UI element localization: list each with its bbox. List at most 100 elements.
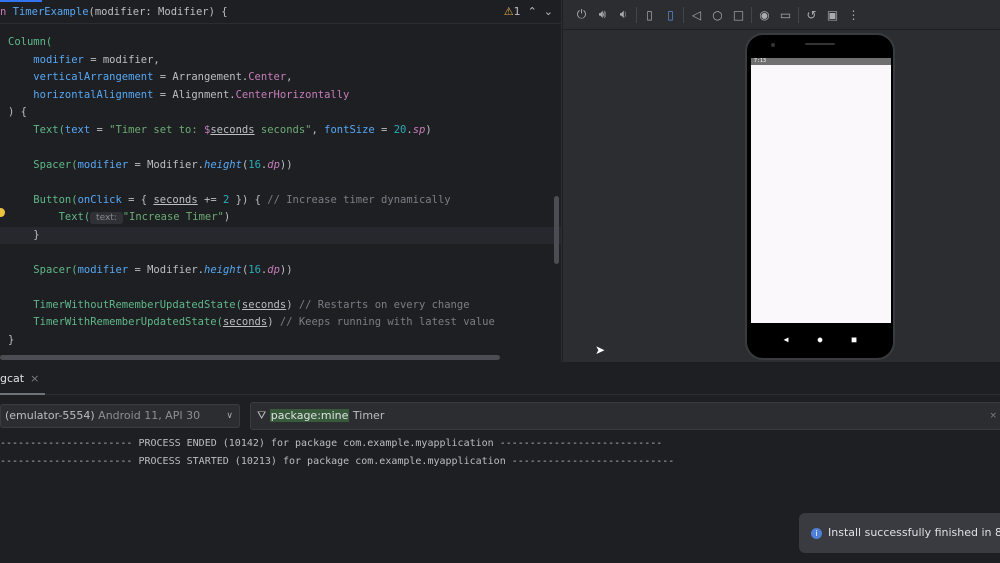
code-line[interactable]: Column(: [0, 34, 561, 52]
code-line[interactable]: }: [0, 226, 561, 244]
code-token: (modifier: Modifier) {: [88, 6, 228, 18]
power-icon[interactable]: ⏻: [571, 5, 592, 25]
code-token: = modifier,: [83, 53, 160, 66]
code-token: // Restarts on every change: [298, 298, 470, 311]
device-selector[interactable]: (emulator-5554) Android 11, API 30 ∨: [0, 404, 240, 428]
code-line[interactable]: verticalArrangement = Arrangement.Center…: [0, 69, 561, 87]
code-line[interactable]: [0, 279, 561, 297]
next-highlight-icon[interactable]: ⌄: [544, 5, 553, 18]
tab-logcat[interactable]: gcat ×: [0, 363, 45, 395]
inspection-widget[interactable]: ⚠1 ⌃ ⌄: [504, 0, 553, 24]
code-token: }) {: [229, 193, 268, 206]
overview-icon[interactable]: □: [728, 5, 749, 25]
chevron-down-icon: ∨: [226, 411, 233, 421]
code-token: ): [286, 298, 299, 311]
code-token: ,: [311, 123, 325, 136]
code-editor[interactable]: n TimerExample(modifier: Modifier) { ⚠1 …: [0, 0, 562, 362]
code-token: )): [279, 158, 293, 171]
code-token: Spacer(: [33, 263, 78, 276]
home-icon[interactable]: ○: [707, 5, 728, 25]
code-line[interactable]: TimerWithoutRememberUpdatedState(seconds…: [0, 297, 561, 315]
navigation-bar: ◀ ● ■: [747, 335, 893, 344]
code-line[interactable]: [0, 174, 561, 192]
code-token: 16: [248, 158, 261, 171]
device-screen[interactable]: 7:13: [751, 58, 891, 323]
rotate-left-icon[interactable]: ▯: [639, 5, 660, 25]
code-token: horizontalAlignment: [33, 88, 154, 101]
snapshot-icon[interactable]: ↺: [801, 5, 822, 25]
code-line[interactable]: Text( text: "Increase Timer"): [0, 209, 561, 227]
horizontal-scrollbar[interactable]: [0, 355, 500, 360]
prev-highlight-icon[interactable]: ⌃: [528, 5, 537, 18]
code-token: Button(: [33, 193, 78, 206]
more-options-icon[interactable]: ⋮: [843, 5, 864, 25]
emulator-toolbar: ⏻ 🔊︎ 🔉︎ ▯ ▯ ◁ ○ □ ◉ ▭ ↺ ▣ ⋮: [563, 0, 1000, 30]
device-detail: Android 11, API 30: [98, 409, 201, 422]
nav-back-icon[interactable]: ◀: [784, 335, 789, 344]
video-record-icon[interactable]: ▭: [775, 5, 796, 25]
speaker: [805, 43, 835, 45]
code-token: ): [425, 123, 432, 136]
code-token: = Modifier.: [128, 158, 204, 171]
code-token: "Timer set to:: [109, 123, 204, 136]
code-token: verticalArrangement: [33, 71, 154, 83]
warning-icon: ⚠: [503, 5, 514, 18]
code-token: TimerWithRememberUpdatedState(: [33, 316, 223, 328]
code-token: seconds: [153, 193, 198, 206]
code-token: seconds: [210, 123, 255, 136]
code-line[interactable]: Text(text = "Timer set to: $seconds seco…: [0, 122, 561, 140]
front-camera: [771, 43, 775, 47]
volume-down-icon[interactable]: 🔉︎: [613, 5, 634, 25]
code-token: dp: [267, 263, 280, 276]
device-frame: 7:13 ◀ ● ■: [745, 33, 895, 360]
logcat-filter-input[interactable]: ⛛ package:mine Timer ×: [250, 402, 1000, 430]
code-token: 16: [248, 263, 261, 276]
clear-filter-icon[interactable]: ×: [989, 403, 997, 429]
camera-icon[interactable]: ◉: [754, 5, 775, 25]
display-mode-icon[interactable]: ▣: [822, 5, 843, 25]
code-line[interactable]: }: [0, 332, 561, 350]
rotate-right-icon[interactable]: ▯: [660, 5, 681, 25]
code-line[interactable]: Spacer(modifier = Modifier.height(16.dp)…: [0, 262, 561, 280]
code-token: modifier: [33, 53, 84, 66]
code-token: ,: [286, 71, 293, 83]
nav-recents-icon[interactable]: ■: [852, 335, 857, 344]
code-line[interactable]: TimerWithRememberUpdatedState(seconds) /…: [0, 314, 561, 332]
code-token: dp: [267, 158, 280, 171]
code-token: n: [0, 6, 13, 18]
code-token: CenterHorizontally: [235, 88, 350, 101]
code-line[interactable]: Spacer(modifier = Modifier.height(16.dp)…: [0, 157, 561, 175]
vertical-scrollbar[interactable]: [554, 196, 559, 264]
filter-icon: ⛛: [257, 409, 270, 422]
code-token: seconds: [222, 316, 268, 328]
code-line[interactable]: modifier = modifier,: [0, 52, 561, 70]
volume-up-icon[interactable]: 🔊︎: [592, 5, 613, 25]
nav-home-icon[interactable]: ●: [818, 335, 823, 344]
code-line[interactable]: ) {: [0, 104, 561, 122]
code-line[interactable]: [0, 139, 561, 157]
logcat-panel: gcat × (emulator-5554) Android 11, API 30…: [0, 363, 1000, 563]
close-icon[interactable]: ×: [30, 372, 39, 385]
running-devices-panel: ⏻ 🔊︎ 🔉︎ ▯ ▯ ◁ ○ □ ◉ ▭ ↺ ▣ ⋮ 7:13 ◀ ● ■ ➤: [563, 0, 1000, 362]
warning-count: 1: [513, 5, 521, 18]
divider: [636, 6, 637, 23]
filter-text: Timer: [349, 409, 385, 422]
notification-toast[interactable]: i Install successfully finished in 859: [799, 513, 1000, 553]
code-line[interactable]: Button(onClick = { seconds += 2 }) { // …: [0, 192, 561, 210]
code-line[interactable]: [0, 244, 561, 262]
code-line[interactable]: horizontalAlignment = Alignment.CenterHo…: [0, 87, 561, 105]
back-icon[interactable]: ◁: [686, 5, 707, 25]
code-token: Text(: [33, 123, 65, 136]
divider: [683, 6, 684, 23]
code-token: }: [8, 228, 40, 241]
code-lines[interactable]: Column( modifier = modifier, verticalArr…: [0, 34, 561, 349]
code-token: Spacer(: [33, 158, 78, 171]
code-token: }: [8, 333, 15, 346]
